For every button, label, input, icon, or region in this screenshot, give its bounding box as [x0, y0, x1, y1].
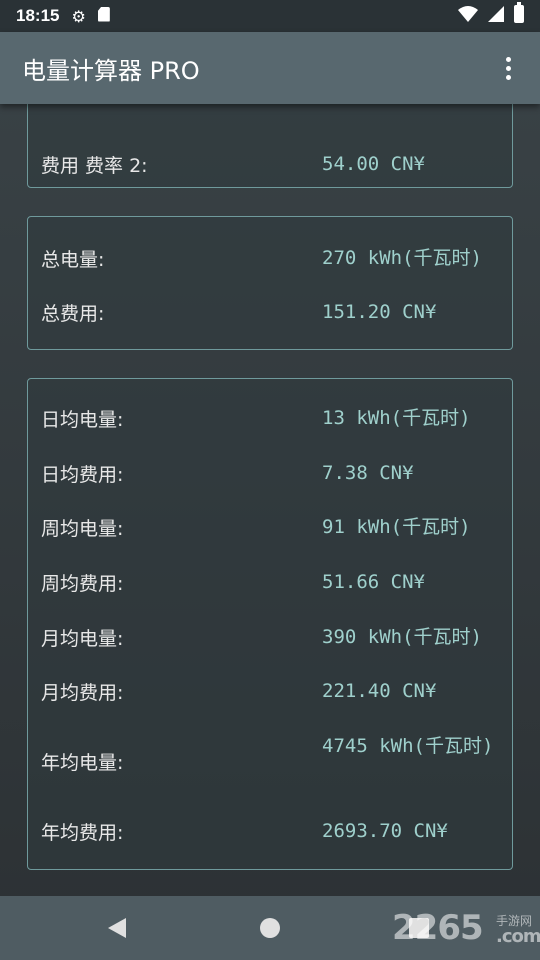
watermark-domain: .com: [496, 926, 540, 947]
row-label: 日均费用:: [41, 463, 124, 486]
row-label: 总费用:: [41, 302, 105, 325]
row-value: 390 kWh(千瓦时): [322, 626, 482, 648]
back-icon[interactable]: [108, 918, 126, 938]
row-value: 2693.70 CN¥: [322, 820, 448, 842]
sd-card-icon: [97, 6, 110, 26]
row-value: 91 kWh(千瓦时): [322, 516, 471, 538]
row-label: 年均电量:: [41, 752, 124, 774]
watermark-text: 2265: [392, 908, 484, 948]
row-value: 13 kWh(千瓦时): [322, 407, 471, 429]
row-value: 7.38 CN¥: [322, 462, 414, 484]
row-value: 221.40 CN¥: [322, 680, 437, 702]
weekly-energy-row: 周均电量: 91 kWh(千瓦时): [28, 512, 512, 542]
monthly-energy-row: 月均电量: 390 kWh(千瓦时): [28, 622, 512, 652]
rate-2-cost-row: 费用 费率 2: 54.00 CN¥: [28, 149, 512, 179]
monthly-cost-row: 月均费用: 221.40 CN¥: [28, 676, 512, 706]
daily-cost-row: 日均费用: 7.38 CN¥: [28, 458, 512, 488]
row-value: 151.20 CN¥: [322, 301, 437, 323]
row-label: 周均电量:: [41, 517, 124, 540]
app-bar: 电量计算器 PRO: [0, 32, 540, 104]
row-value: 4745 kWh(千瓦时): [322, 735, 494, 757]
yearly-cost-row: 年均费用: 2693.70 CN¥: [28, 816, 512, 846]
more-vert-icon[interactable]: [498, 53, 518, 83]
daily-energy-row: 日均电量: 13 kWh(千瓦时): [28, 403, 512, 433]
row-value: 270 kWh(千瓦时): [322, 247, 482, 269]
averages-card: 日均电量: 13 kWh(千瓦时) 日均费用: 7.38 CN¥ 周均电量: 9…: [27, 378, 513, 870]
total-cost-row: 总费用: 151.20 CN¥: [28, 297, 512, 327]
row-label: 月均电量:: [41, 627, 124, 650]
total-energy-row: 总电量: 270 kWh(千瓦时): [28, 243, 512, 273]
row-label: 总电量:: [41, 248, 105, 271]
row-label: 月均费用:: [41, 681, 124, 704]
signal-icon: [488, 5, 504, 27]
status-time: 18:15: [16, 6, 60, 25]
row-value: 51.66 CN¥: [322, 571, 425, 593]
home-icon[interactable]: [260, 918, 280, 938]
row-label: 周均费用:: [41, 572, 124, 595]
wifi-icon: [458, 5, 478, 27]
row-label: 费用 费率 2:: [41, 154, 148, 177]
rate-cost-card: 费用 费率 2: 54.00 CN¥: [27, 104, 513, 188]
app-title: 电量计算器 PRO: [22, 56, 200, 85]
battery-icon: [514, 1, 524, 28]
yearly-energy-row: 年均电量: 4745 kWh(千瓦时): [28, 731, 512, 791]
gear-icon: ⚙: [71, 6, 86, 26]
totals-card: 总电量: 270 kWh(千瓦时) 总费用: 151.20 CN¥: [27, 216, 513, 350]
watermark-logo: 2265 手游网 .com: [392, 908, 540, 948]
status-bar: 18:15 ⚙: [0, 0, 540, 32]
row-label: 日均电量:: [41, 408, 124, 431]
row-label: 年均费用:: [41, 821, 124, 844]
row-value: 54.00 CN¥: [322, 153, 425, 175]
results-scroll-area[interactable]: 费用 费率 2: 54.00 CN¥ 总电量: 270 kWh(千瓦时) 总费用…: [0, 104, 540, 896]
weekly-cost-row: 周均费用: 51.66 CN¥: [28, 567, 512, 597]
